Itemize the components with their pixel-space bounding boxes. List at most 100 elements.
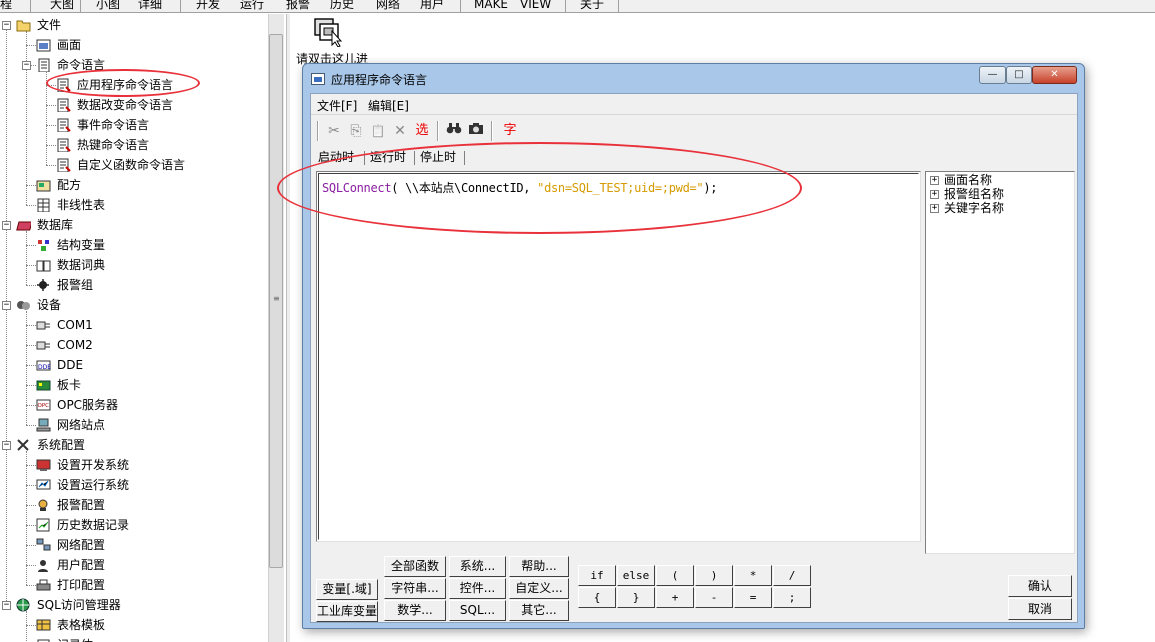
top-menu-item[interactable]: 详细 <box>138 0 162 12</box>
delete-icon[interactable]: ✕ <box>391 121 409 141</box>
code-line[interactable]: SQLConnect( \\本站点\ConnectID, "dsn=SQL_TE… <box>322 179 718 196</box>
function-category-button[interactable]: 数学... <box>384 600 446 621</box>
select-icon[interactable]: 选 <box>413 121 431 141</box>
copy-icon[interactable]: ⎘ <box>347 121 365 141</box>
tree-item[interactable]: 应用程序命令语言 <box>0 75 268 95</box>
top-menu-item[interactable]: 关于 <box>580 0 604 12</box>
function-category-button[interactable]: 其它... <box>509 600 569 621</box>
tree-item[interactable]: 事件命令语言 <box>0 115 268 135</box>
project-tree[interactable]: − 文件 画面 − 命令语言 应用程序命令语言 数据改变命令语言 事件命令语言 热键命令语言 自定… <box>0 14 268 642</box>
tree-item[interactable]: 非线性表 <box>0 195 268 215</box>
tree-item[interactable]: − 文件 <box>0 15 268 35</box>
top-menu-item[interactable]: 网络 <box>376 0 400 12</box>
tree-item[interactable]: − SQL访问管理器 <box>0 595 268 615</box>
top-menu-item[interactable]: 小图 <box>96 0 120 12</box>
operator-button[interactable]: if <box>578 565 616 586</box>
paste-icon[interactable]: 📋 <box>369 121 387 141</box>
tree-item[interactable]: 数据词典 <box>0 255 268 275</box>
expand-toggle[interactable]: + <box>930 190 939 199</box>
tree-scrollbar-thumb[interactable]: ≡ <box>269 34 283 568</box>
top-menu-item[interactable]: VIEW <box>520 0 551 12</box>
collapse-toggle[interactable]: − <box>2 221 11 230</box>
operator-button[interactable]: else <box>617 565 655 586</box>
operator-button[interactable]: = <box>734 587 772 608</box>
top-menu-item[interactable]: 运行 <box>240 0 264 12</box>
tree-item[interactable]: COM1 <box>0 315 268 335</box>
cancel-button[interactable]: 取消 <box>1008 598 1072 620</box>
function-category-button[interactable]: 字符串... <box>384 578 446 599</box>
tree-item[interactable]: 自定义函数命令语言 <box>0 155 268 175</box>
operator-button[interactable]: ; <box>773 587 811 608</box>
cut-icon[interactable]: ✂ <box>325 121 343 141</box>
operator-button[interactable]: ) <box>695 565 733 586</box>
tree-item[interactable]: 配方 <box>0 175 268 195</box>
tree-item[interactable]: 数据改变命令语言 <box>0 95 268 115</box>
collapse-toggle[interactable]: − <box>22 61 31 70</box>
dialog-titlebar[interactable]: 应用程序命令语言 — □ ✕ <box>303 64 1084 92</box>
tree-item[interactable]: COM2 <box>0 335 268 355</box>
tree-item[interactable]: OPC OPC服务器 <box>0 395 268 415</box>
top-menu-item[interactable]: 程 <box>0 0 12 12</box>
app-command-icon[interactable] <box>312 17 344 48</box>
variable-field-button[interactable]: 变量[.域] <box>316 579 378 600</box>
tree-item[interactable]: 历史数据记录 <box>0 515 268 535</box>
code-editor[interactable]: SQLConnect( \\本站点\ConnectID, "dsn=SQL_TE… <box>316 171 921 542</box>
tab-stop[interactable]: 停止时 <box>420 148 456 167</box>
tab-startup[interactable]: 启动时 <box>318 148 355 167</box>
tree-item[interactable]: 网络配置 <box>0 535 268 555</box>
function-category-button[interactable]: 自定义... <box>509 578 569 599</box>
expand-toggle[interactable]: + <box>930 176 939 185</box>
operator-button[interactable]: + <box>656 587 694 608</box>
menu-edit[interactable]: 编辑[E] <box>368 97 409 114</box>
tree-item[interactable]: 表格模板 <box>0 615 268 635</box>
function-category-button[interactable]: 控件... <box>449 578 506 599</box>
close-button[interactable]: ✕ <box>1032 66 1077 84</box>
menu-file[interactable]: 文件[F] <box>317 97 357 114</box>
collapse-toggle[interactable]: − <box>2 441 11 450</box>
find-icon[interactable] <box>445 121 463 141</box>
collapse-toggle[interactable]: − <box>2 301 11 310</box>
tree-item[interactable]: 用户配置 <box>0 555 268 575</box>
tree-item[interactable]: 设置运行系统 <box>0 475 268 495</box>
expand-toggle[interactable]: + <box>930 204 939 213</box>
operator-button[interactable]: ( <box>656 565 694 586</box>
tree-item[interactable]: − 数据库 <box>0 215 268 235</box>
operator-button[interactable]: { <box>578 587 616 608</box>
tree-item[interactable]: 网络站点 <box>0 415 268 435</box>
tree-item[interactable]: 热键命令语言 <box>0 135 268 155</box>
minimize-button[interactable]: — <box>979 66 1006 84</box>
tree-item[interactable]: 设置开发系统 <box>0 455 268 475</box>
tree-item[interactable]: 报警配置 <box>0 495 268 515</box>
capture-icon[interactable] <box>467 121 485 141</box>
collapse-toggle[interactable]: − <box>2 21 11 30</box>
tree-item[interactable]: 报警组 <box>0 275 268 295</box>
operator-button[interactable]: / <box>773 565 811 586</box>
tree-item[interactable]: 结构变量 <box>0 235 268 255</box>
operator-button[interactable]: - <box>695 587 733 608</box>
top-menu-item[interactable]: 用户 <box>420 0 444 12</box>
maximize-button[interactable]: □ <box>1006 66 1032 84</box>
font-icon[interactable]: 字 <box>501 121 519 141</box>
collapse-toggle[interactable]: − <box>2 601 11 610</box>
tree-item[interactable]: 打印配置 <box>0 575 268 595</box>
industrial-db-variable-button[interactable]: 工业库变量 <box>316 601 378 622</box>
function-category-button[interactable]: 帮助... <box>509 556 569 577</box>
tab-running[interactable]: 运行时 <box>370 148 406 167</box>
confirm-button[interactable]: 确认 <box>1008 575 1072 597</box>
tree-item[interactable]: − 命令语言 <box>0 55 268 75</box>
top-menu-item[interactable]: 历史 <box>330 0 354 12</box>
top-menu-item[interactable]: MAKE <box>474 0 508 12</box>
operator-button[interactable]: } <box>617 587 655 608</box>
tree-item[interactable]: − 设备 <box>0 295 268 315</box>
name-browser-tree[interactable]: + 画面名称 + 报警组名称 + 关键字名称 <box>925 171 1075 554</box>
function-category-button[interactable]: 系统... <box>449 556 506 577</box>
top-menu-item[interactable]: 开发 <box>196 0 220 12</box>
tree-item[interactable]: 板卡 <box>0 375 268 395</box>
top-menu-item[interactable]: 大图 <box>50 0 74 12</box>
function-category-button[interactable]: SQL... <box>449 600 506 621</box>
top-menu-item[interactable]: 报警 <box>286 0 310 12</box>
tree-item[interactable]: 画面 <box>0 35 268 55</box>
operator-button[interactable]: * <box>734 565 772 586</box>
tree-item[interactable]: DDE DDE <box>0 355 268 375</box>
tree-item[interactable]: − 系统配置 <box>0 435 268 455</box>
